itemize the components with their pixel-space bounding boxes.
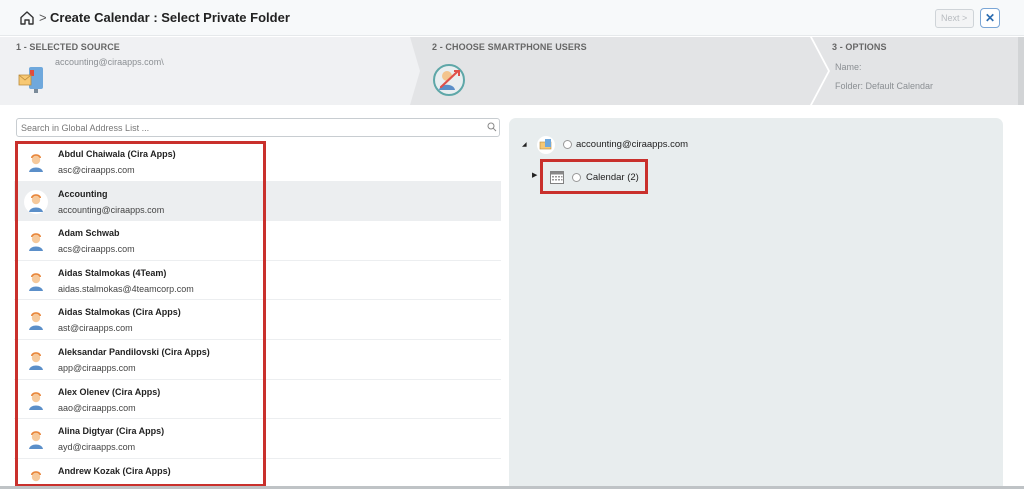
list-item[interactable]: Aidas Stalmokas (4Team) aidas.stalmokas@… [14,261,501,301]
page-title: Create Calendar : Select Private Folder [50,10,290,25]
search-input[interactable] [16,118,500,137]
contact-name: Aidas Stalmokas (Cira Apps) [58,307,181,318]
next-button[interactable]: Next > [935,9,974,28]
avatar [24,347,48,372]
avatar [24,150,48,174]
collapse-caret-icon[interactable]: ◢ [522,141,527,148]
list-item[interactable]: Andrew Kozak (Cira Apps) [14,459,501,489]
mailbox-icon [537,136,555,154]
contact-name: Aleksandar Pandilovski (Cira Apps) [58,346,210,357]
contact-name: Aidas Stalmokas (4Team) [58,267,167,278]
header-bar: > Create Calendar : Select Private Folde… [0,0,1024,36]
contact-name: Adam Schwab [58,228,120,239]
list-item[interactable]: Aleksandar Pandilovski (Cira Apps) app@c… [14,340,501,380]
step-1-label: 1 - SELECTED SOURCE [16,42,120,52]
close-button[interactable]: ✕ [980,8,1000,28]
avatar [24,229,48,254]
calendar-icon [550,171,564,184]
avatar [24,268,48,293]
root-radio[interactable] [563,140,572,149]
tree-root-label[interactable]: accounting@ciraapps.com [576,139,688,150]
step-2-label: 2 - CHOOSE SMARTPHONE USERS [432,42,587,52]
step-3-label: 3 - OPTIONS [832,42,887,52]
contact-email: aao@ciraapps.com [58,402,136,413]
avatar [24,189,48,214]
home-icon[interactable] [19,10,35,26]
list-item[interactable]: Alina Digtyar (Cira Apps) ayd@ciraapps.c… [14,419,501,459]
smartphone-users-icon[interactable] [432,63,466,97]
contact-name: Alina Digtyar (Cira Apps) [58,426,165,437]
list-item[interactable]: Adam Schwab acs@ciraapps.com [14,221,501,261]
calendar-folder-label[interactable]: Calendar (2) [586,172,639,183]
calendar-radio[interactable] [572,173,581,182]
options-folder-label: Folder: Default Calendar [835,81,934,91]
selected-source-value: accounting@ciraapps.com\ [55,57,164,67]
breadcrumb-separator: > [39,10,47,25]
scroll-edge [1018,37,1024,105]
step-divider [810,37,830,105]
list-item[interactable]: Abdul Chaiwala (Cira Apps) asc@ciraapps.… [14,142,501,182]
contact-email: ayd@ciraapps.com [58,442,136,453]
wizard-steps: 1 - SELECTED SOURCE accounting@ciraapps.… [0,37,1024,105]
contact-email: ast@ciraapps.com [58,323,133,334]
contact-list[interactable]: Abdul Chaiwala (Cira Apps) asc@ciraapps.… [14,142,501,489]
search-icon[interactable] [487,122,497,132]
contact-name: Alex Olenev (Cira Apps) [58,386,161,397]
avatar [24,387,48,412]
avatar [24,427,48,452]
list-item[interactable]: Alex Olenev (Cira Apps) aao@ciraapps.com [14,380,501,420]
contact-name: Andrew Kozak (Cira Apps) [58,465,171,476]
folder-tree-panel [509,118,1003,489]
options-name-label: Name: [835,62,862,72]
list-item[interactable]: Aidas Stalmokas (Cira Apps) ast@ciraapps… [14,300,501,340]
contact-email: app@ciraapps.com [58,362,136,373]
contact-name: Abdul Chaiwala (Cira Apps) [58,149,176,159]
contact-email: aidas.stalmokas@4teamcorp.com [58,283,194,294]
expand-caret-icon[interactable]: ▶ [532,171,537,179]
contact-name: Accounting [58,188,108,199]
contact-email: acs@ciraapps.com [58,244,135,255]
mailbox-icon [18,67,43,93]
contact-email: asc@ciraapps.com [58,165,135,175]
contact-email: accounting@ciraapps.com [58,204,165,215]
list-item[interactable]: Accounting accounting@ciraapps.com [14,181,501,222]
avatar [24,308,48,333]
